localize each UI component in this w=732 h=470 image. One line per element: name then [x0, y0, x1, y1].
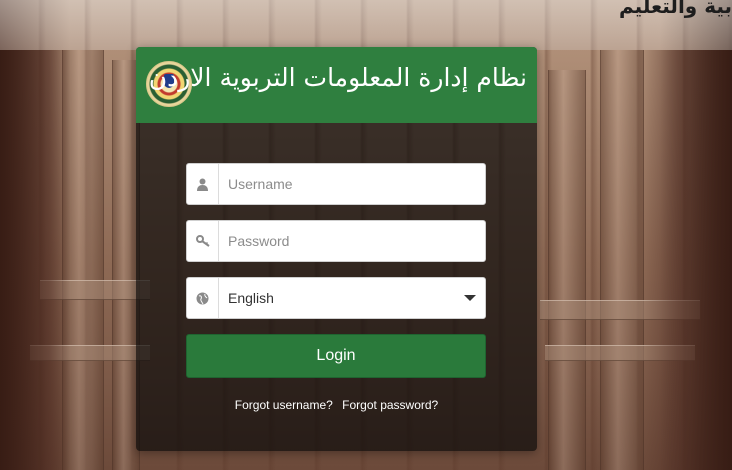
login-button[interactable]: Login: [186, 334, 486, 378]
password-field-group: [186, 220, 486, 262]
top-banner: بية والتعليم: [0, 0, 732, 50]
language-select[interactable]: English: [186, 277, 486, 319]
login-panel: نظام إدارة المعلومات التربوية الاردن Use…: [136, 47, 537, 451]
background-column: [600, 50, 644, 470]
key-icon: [187, 221, 219, 261]
top-banner-title: بية والتعليم: [618, 0, 732, 18]
background-rock-right: [642, 50, 732, 470]
panel-title: نظام إدارة المعلومات التربوية الاردن: [148, 63, 527, 92]
login-panel-header: نظام إدارة المعلومات التربوية الاردن: [136, 47, 537, 123]
globe-icon: [187, 278, 219, 318]
forgot-password-link[interactable]: Forgot password?: [342, 398, 438, 412]
language-select-value: English: [228, 290, 274, 306]
username-field-group: [186, 163, 486, 205]
login-page: بية والتعليم نظام إدارة المعلومات التربو…: [0, 0, 732, 470]
chevron-down-icon[interactable]: [464, 295, 476, 301]
password-input[interactable]: [219, 221, 485, 261]
user-icon: [187, 164, 219, 204]
background-column: [548, 70, 586, 470]
background-rock-left: [0, 50, 70, 470]
forgot-username-link[interactable]: Forgot username?: [235, 398, 333, 412]
help-links: Forgot username? Forgot password?: [136, 398, 537, 412]
username-input[interactable]: [219, 164, 485, 204]
